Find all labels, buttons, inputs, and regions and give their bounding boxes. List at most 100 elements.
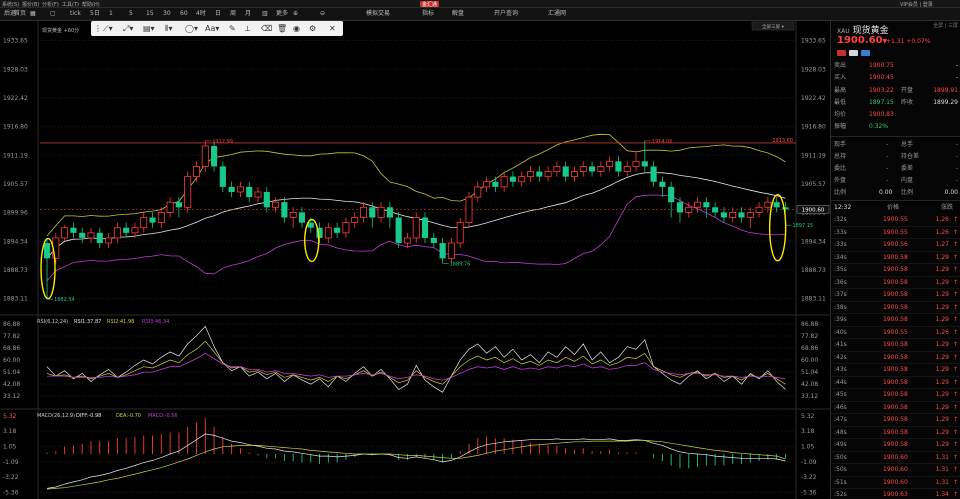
macd-tick-left: 5.32 — [3, 413, 17, 420]
channel-tool-icon[interactable]: ▤▾ — [143, 23, 155, 34]
candle-body — [236, 186, 244, 193]
tick-row: :33s 1900.56 1.27 ↑ — [831, 239, 960, 252]
quote-label: 买入 — [834, 74, 847, 81]
tick-change: 1.29 — [935, 378, 949, 386]
toolbar-zoom-out[interactable]: ⊖ — [320, 8, 325, 20]
tag-blue-icon[interactable] — [861, 50, 870, 56]
menu-tools[interactable]: 工具(T) — [62, 1, 79, 7]
tag-red-icon[interactable] — [837, 50, 846, 56]
quote-row: 振幅 0.32% — [831, 122, 960, 132]
shape-tool-icon[interactable]: ◯▾ — [185, 23, 198, 34]
candle-body — [773, 202, 780, 208]
toolbar-30m[interactable]: 30 — [163, 8, 171, 20]
toolbar-period-icon[interactable]: ▥ — [262, 8, 268, 20]
toolbar-tick[interactable]: tick — [70, 8, 81, 20]
chart-canvas[interactable]: 1933.65 1933.65 1928.03 1928.03 1922.42 1922.… — [0, 21, 830, 499]
tick-header: 12:32 价格 涨跌 — [831, 203, 960, 213]
candle-body — [712, 207, 719, 213]
toolbar-15m[interactable]: 15 — [146, 8, 154, 20]
tag-white-icon[interactable] — [849, 50, 858, 56]
candle-body — [184, 176, 192, 208]
price-tick-left: 1899.96 — [3, 210, 28, 217]
screen-mode-tab[interactable]: 全屏 | 三屏 — [933, 22, 958, 29]
tick-change: 1.29 — [935, 316, 949, 323]
gear-icon[interactable]: ⚙ — [309, 23, 316, 34]
candle-body — [668, 186, 675, 203]
tick-time: :47s — [834, 416, 847, 423]
toolbar-indicator[interactable]: 指标 — [422, 8, 434, 20]
text-tool-icon[interactable]: Aa▾ — [205, 23, 219, 34]
trend-tool-icon[interactable]: ⤢▾ — [123, 23, 133, 34]
menu-help[interactable]: 帮助(H) — [82, 1, 100, 7]
candle-body — [597, 166, 605, 172]
pencil-icon[interactable]: ✎ — [229, 23, 236, 34]
menu-analysis[interactable]: 分析(F) — [42, 1, 59, 7]
toolbar-1m[interactable]: 1 — [109, 8, 113, 20]
candle-body — [96, 232, 103, 244]
toolbar-open-account[interactable]: 开户查询 — [494, 8, 518, 20]
tick-change: 1.31 — [935, 453, 949, 461]
resistance-label: 1913.60 — [772, 138, 793, 144]
eye-icon[interactable]: ◉ — [293, 23, 300, 34]
chart-area[interactable]: 1933.65 1933.65 1928.03 1928.03 1922.42 1922.… — [0, 21, 830, 499]
candle-body — [483, 181, 491, 188]
candle-body — [421, 217, 429, 238]
stat-label-2: 内盘 — [901, 177, 914, 184]
tick-change: 1.29 — [935, 278, 949, 286]
login-link[interactable]: VIP会员 | 登录 — [900, 1, 933, 7]
candle-body — [536, 171, 543, 177]
eraser-icon[interactable]: ⌫ — [261, 23, 272, 34]
drag-handle-icon[interactable]: ⋮ — [94, 23, 102, 34]
close-icon[interactable]: ✕ — [329, 23, 336, 34]
candle-body — [518, 176, 526, 183]
fib-tool-icon[interactable]: ⦀▾ — [165, 23, 173, 34]
quote-value: 0.32% — [869, 123, 889, 130]
candle-body — [386, 207, 393, 218]
line-tool-icon[interactable]: ⟋▾ — [103, 23, 113, 34]
toolbar-month[interactable]: 月 — [245, 8, 251, 20]
trash-icon[interactable]: 🗑 — [277, 23, 287, 34]
toolbar-square[interactable]: ▢ — [50, 8, 56, 20]
menu-system[interactable]: 系统(S) — [2, 1, 19, 7]
toolbar-zoom-in[interactable]: ⊕ — [293, 8, 298, 20]
tick-time: :48s — [834, 428, 847, 436]
candle-body — [500, 176, 508, 188]
macd-tick-left: -5.36 — [3, 489, 19, 496]
quote-value: 1900.83 — [869, 111, 894, 118]
candle-body — [553, 166, 561, 172]
tick-time: :39s — [834, 316, 847, 323]
toolbar-week[interactable]: 周 — [230, 8, 236, 20]
menu-quote[interactable]: 报价(B) — [22, 1, 39, 7]
toolbar-more[interactable]: 更多 — [276, 8, 288, 20]
up-arrow-icon: ↑ — [952, 228, 958, 236]
toolbar-4h[interactable]: 4时 — [196, 8, 206, 20]
toolbar-5d[interactable]: 5日 — [90, 8, 100, 20]
toolbar-60m[interactable]: 60 — [180, 8, 188, 20]
quote-value-2: - — [955, 62, 958, 69]
tick-header-price: 价格 — [887, 204, 900, 211]
tick-time: :37s — [834, 291, 847, 298]
ruler-icon[interactable]: ⟂ — [245, 23, 250, 34]
candle-body — [201, 145, 209, 167]
toolbar-huitong[interactable]: 汇通网 — [548, 8, 566, 20]
toolbar-5m[interactable]: 5 — [129, 8, 133, 20]
toolbar-grid[interactable]: ▦ — [30, 8, 36, 20]
toolbar-day[interactable]: 日 — [215, 8, 221, 20]
macd-legend-title: MACD(26,12,9) — [37, 413, 75, 419]
stat-value-2: - — [955, 153, 958, 160]
up-arrow-icon: ↑ — [952, 453, 958, 461]
candle-body — [465, 196, 473, 224]
tick-row: :51s 1900.60 1.31 ↑ — [831, 477, 960, 489]
candle-body — [579, 166, 587, 172]
tick-header-time: 12:32 — [834, 204, 852, 211]
toolbar-analysis[interactable]: 解盘 — [452, 8, 464, 20]
tick-price: 1900.58 — [883, 303, 908, 311]
candle-body — [246, 186, 253, 198]
rsi-tick-right: 51.04 — [801, 369, 818, 376]
quote-value: 1903.22 — [869, 87, 894, 94]
tick-change: 1.29 — [935, 403, 949, 411]
toolbar-sim-trade[interactable]: 模拟交易 — [366, 8, 390, 20]
tick-row: :35s 1900.58 1.29 ↑ — [831, 264, 960, 277]
tick-price: 1900.55 — [883, 216, 908, 223]
toolbar-home[interactable]: 首页 — [14, 8, 26, 20]
